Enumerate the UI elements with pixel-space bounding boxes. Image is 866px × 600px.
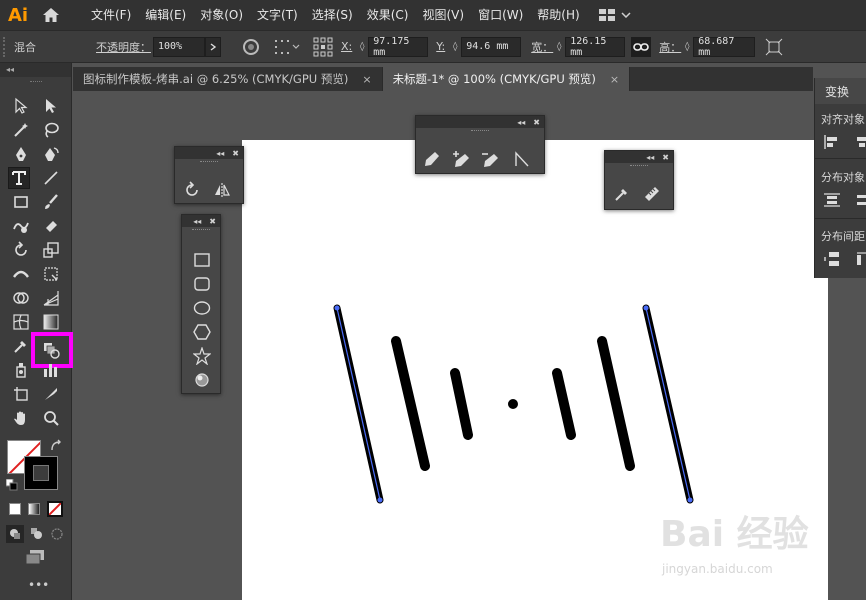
close-icon[interactable]: ✖ bbox=[209, 217, 216, 226]
distribute-spacing-horizontal-icon bbox=[857, 252, 866, 265]
pen-minus-icon bbox=[482, 153, 498, 167]
star-icon bbox=[193, 347, 211, 365]
align-center-button[interactable] bbox=[855, 134, 866, 150]
collapse-icon[interactable]: ◂◂ bbox=[216, 149, 224, 158]
blend-step-line[interactable] bbox=[552, 368, 576, 440]
rotate-tool[interactable] bbox=[181, 179, 203, 201]
anchor-point[interactable] bbox=[687, 497, 693, 503]
blend-spine-right bbox=[645, 307, 691, 501]
rotate-reflect-panel: ◂◂ ✖ bbox=[174, 146, 244, 204]
blend-step-line[interactable] bbox=[450, 368, 473, 440]
reflect-icon bbox=[215, 183, 230, 197]
close-icon[interactable]: ✖ bbox=[533, 118, 540, 127]
distribute-objects-label: 分布对象 bbox=[821, 171, 865, 184]
panel-header[interactable]: ◂◂ ✖ bbox=[182, 215, 220, 227]
properties-dock: 变换 对齐对象 分布对象 分布间距 bbox=[814, 78, 866, 278]
measure-tool[interactable] bbox=[641, 183, 663, 205]
panel-header[interactable]: ◂◂ ✖ bbox=[416, 116, 544, 128]
section-divider bbox=[815, 218, 866, 219]
ellipse-tool[interactable] bbox=[191, 297, 213, 319]
collapse-icon[interactable]: ◂◂ bbox=[517, 118, 525, 127]
reflect-tool[interactable] bbox=[211, 179, 233, 201]
align-objects-label: 对齐对象 bbox=[821, 113, 865, 126]
distribute-top-button[interactable] bbox=[823, 192, 841, 208]
align-left-button[interactable] bbox=[823, 134, 839, 150]
blend-center-dot[interactable] bbox=[508, 399, 518, 409]
polygon-icon bbox=[193, 324, 211, 340]
panel-grip[interactable] bbox=[605, 163, 673, 169]
pen-plus-icon bbox=[453, 151, 469, 167]
anchor-point[interactable] bbox=[643, 305, 649, 311]
close-icon[interactable]: ✖ bbox=[662, 153, 669, 162]
section-divider bbox=[815, 158, 866, 159]
panel-grip[interactable] bbox=[182, 227, 220, 233]
eyedropper-panel: ◂◂ ✖ bbox=[604, 150, 674, 210]
blend-step-line[interactable] bbox=[597, 336, 635, 471]
watermark-url: jingyan.baidu.com bbox=[662, 562, 773, 576]
distribute-spacing-label: 分布间距 bbox=[821, 230, 865, 243]
rectangle-icon bbox=[194, 253, 210, 267]
rounded-rectangle-icon bbox=[194, 277, 210, 291]
close-icon[interactable]: ✖ bbox=[232, 149, 239, 158]
tab-transform[interactable]: 变换 bbox=[815, 78, 866, 104]
anchor-point[interactable] bbox=[377, 497, 383, 503]
anchor-point[interactable] bbox=[334, 305, 340, 311]
eyedropper-tool[interactable] bbox=[611, 183, 633, 205]
rounded-rectangle-tool[interactable] bbox=[191, 273, 213, 295]
blend-spine-left bbox=[336, 307, 381, 501]
ruler-icon bbox=[645, 187, 659, 201]
add-anchor-point-tool[interactable] bbox=[449, 148, 473, 170]
pen-icon bbox=[425, 152, 439, 166]
blend-step-line[interactable] bbox=[391, 336, 430, 471]
anchor-point-tool[interactable] bbox=[510, 148, 534, 170]
collapse-icon[interactable]: ◂◂ bbox=[193, 217, 201, 226]
collapse-icon[interactable]: ◂◂ bbox=[646, 153, 654, 162]
star-tool[interactable] bbox=[191, 345, 213, 367]
anchor-point-icon bbox=[515, 151, 529, 167]
ellipse-icon bbox=[193, 301, 211, 315]
rotate-icon bbox=[186, 181, 198, 196]
flare-tool[interactable] bbox=[191, 369, 213, 391]
pen-tools-panel: ◂◂ ✖ bbox=[415, 115, 545, 174]
rectangle-tool[interactable] bbox=[191, 249, 213, 271]
eyedropper-icon bbox=[615, 189, 627, 201]
panel-header[interactable]: ◂◂ ✖ bbox=[605, 151, 673, 163]
flare-icon bbox=[195, 373, 209, 387]
align-center-icon bbox=[857, 137, 866, 147]
panel-grip[interactable] bbox=[416, 128, 544, 134]
align-left-icon bbox=[824, 135, 837, 149]
polygon-tool[interactable] bbox=[191, 321, 213, 343]
distribute-top-icon bbox=[824, 193, 840, 207]
distribute-spacing-vertical-button[interactable] bbox=[823, 251, 841, 267]
watermark-logo: Bai 经验 bbox=[660, 514, 809, 555]
panel-grip[interactable] bbox=[175, 159, 243, 165]
distribute-spacing-vertical-icon bbox=[824, 252, 839, 266]
distribute-center-button[interactable] bbox=[855, 192, 866, 208]
pen-tool[interactable] bbox=[420, 148, 444, 170]
delete-anchor-point-tool[interactable] bbox=[478, 148, 502, 170]
distribute-spacing-horizontal-button[interactable] bbox=[855, 251, 866, 267]
shape-tools-panel: ◂◂ ✖ bbox=[181, 214, 221, 394]
distribute-center-icon bbox=[857, 195, 866, 205]
panel-header[interactable]: ◂◂ ✖ bbox=[175, 147, 243, 159]
